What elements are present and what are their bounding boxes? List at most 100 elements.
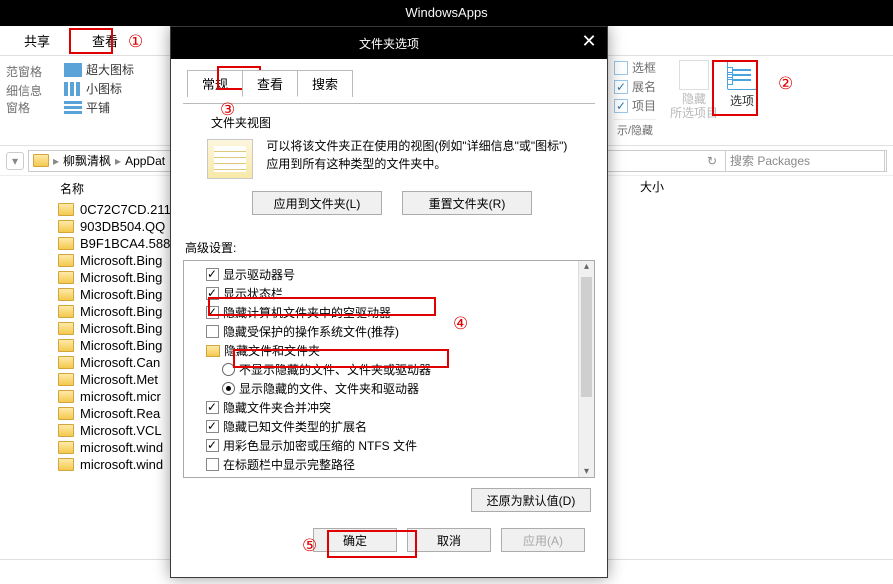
file-row[interactable]: Microsoft.Bing (58, 337, 171, 354)
advanced-item-label: 用彩色显示加密或压缩的 NTFS 文件 (223, 437, 417, 454)
checkbox-icon[interactable] (206, 306, 219, 319)
file-row[interactable]: Microsoft.Bing (58, 252, 171, 269)
ribbon-r2[interactable]: 展名 (632, 78, 656, 95)
dlg-tab-view[interactable]: 查看 (242, 70, 298, 97)
file-row[interactable]: Microsoft.Bing (58, 286, 171, 303)
advanced-item[interactable]: 显示隐藏的文件、文件夹和驱动器 (186, 379, 592, 398)
folder-icon (33, 154, 49, 167)
checkbox-icon[interactable] (206, 420, 219, 433)
search-box[interactable]: 搜索 Packages (725, 150, 885, 172)
advanced-item[interactable]: 隐藏已知文件类型的扩展名 (186, 417, 592, 436)
file-name: Microsoft.VCL (80, 423, 162, 438)
file-row[interactable]: Microsoft.Rea (58, 405, 171, 422)
advanced-item-label: 隐藏已知文件类型的扩展名 (223, 418, 367, 435)
checkbox-icon[interactable] (206, 401, 219, 414)
advanced-item[interactable]: 隐藏计算机文件夹中的空驱动器 (186, 303, 592, 322)
advanced-scrollbar[interactable] (578, 261, 594, 477)
file-name: 903DB504.QQ (80, 219, 165, 234)
file-name: microsoft.micr (80, 389, 161, 404)
advanced-list: 显示驱动器号显示状态栏隐藏计算机文件夹中的空驱动器隐藏受保护的操作系统文件(推荐… (183, 260, 595, 478)
folder-icon (58, 271, 74, 284)
file-row[interactable]: Microsoft.VCL (58, 422, 171, 439)
advanced-item[interactable]: 隐藏受保护的操作系统文件(推荐) (186, 322, 592, 341)
file-name: Microsoft.Met (80, 372, 158, 387)
explorer-titlebar: WindowsApps (0, 0, 893, 26)
file-row[interactable]: Microsoft.Can (58, 354, 171, 371)
file-row[interactable]: B9F1BCA4.588 (58, 235, 171, 252)
file-row[interactable]: microsoft.wind (58, 439, 171, 456)
advanced-item[interactable]: 隐藏文件和文件夹 (186, 341, 592, 360)
path-seg-1[interactable]: 柳飘清枫 (63, 152, 111, 169)
checkbox-icon[interactable] (206, 325, 219, 338)
file-row[interactable]: Microsoft.Bing (58, 269, 171, 286)
apply-to-folders-button[interactable]: 应用到文件夹(L) (252, 191, 382, 215)
checkbox-icon[interactable] (206, 268, 219, 281)
dlg-tab-general[interactable]: 常规 (187, 70, 243, 97)
advanced-item-label: 显示隐藏的文件、文件夹和驱动器 (239, 380, 419, 397)
dialog-tabs: 常规 查看 搜索 (187, 69, 595, 96)
ribbon-small-icons[interactable]: 小图标 (64, 79, 152, 98)
options-label[interactable]: 选项 (730, 92, 754, 109)
col-size[interactable]: 大小 (640, 178, 664, 195)
advanced-item[interactable]: 在标题栏中显示完整路径 (186, 455, 592, 474)
ribbon-details-pane[interactable]: 细信息窗格 (6, 81, 52, 117)
file-name: Microsoft.Bing (80, 338, 162, 353)
advanced-item[interactable]: 用彩色显示加密或压缩的 NTFS 文件 (186, 436, 592, 455)
folder-icon (58, 356, 74, 369)
file-row[interactable]: microsoft.micr (58, 388, 171, 405)
advanced-item-label: 隐藏受保护的操作系统文件(推荐) (223, 323, 399, 340)
checkbox-icon[interactable] (206, 439, 219, 452)
file-row[interactable]: Microsoft.Met (58, 371, 171, 388)
file-name: Microsoft.Bing (80, 270, 162, 285)
advanced-item[interactable]: 不显示隐藏的文件、文件夹或驱动器 (186, 360, 592, 379)
file-row[interactable]: 903DB504.QQ (58, 218, 171, 235)
explorer-title: WindowsApps (405, 5, 487, 20)
file-row[interactable]: 0C72C7CD.211 (58, 201, 171, 218)
advanced-label: 高级设置: (185, 239, 595, 256)
dialog-title: 文件夹选项 (359, 35, 419, 52)
checkbox-icon[interactable] (206, 477, 219, 478)
file-name: B9F1BCA4.588 (80, 236, 170, 251)
folder-icon (58, 441, 74, 454)
folder-icon (58, 288, 74, 301)
ok-button[interactable]: 确定 (313, 528, 397, 552)
advanced-item[interactable]: 隐藏文件夹合并冲突 (186, 398, 592, 417)
file-row[interactable]: microsoft.wind (58, 456, 171, 473)
file-row[interactable]: Microsoft.Bing (58, 303, 171, 320)
nav-down-icon[interactable]: ▾ (6, 152, 24, 170)
tab-view[interactable]: 查看 (82, 27, 128, 54)
path-seg-2[interactable]: AppDat (125, 154, 165, 168)
ribbon-xlarge-icons[interactable]: 超大图标 (64, 60, 152, 79)
file-name: microsoft.wind (80, 440, 163, 455)
ribbon-r3[interactable]: 项目 (632, 97, 656, 114)
file-name: Microsoft.Rea (80, 406, 160, 421)
dlg-tab-search[interactable]: 搜索 (297, 70, 353, 97)
restore-defaults-button[interactable]: 还原为默认值(D) (471, 488, 591, 512)
advanced-item[interactable]: 显示驱动器号 (186, 265, 592, 284)
file-row[interactable]: Microsoft.Bing (58, 320, 171, 337)
advanced-item[interactable]: 显示状态栏 (186, 284, 592, 303)
dialog-close-button[interactable]: ✕ (577, 31, 601, 53)
apply-button[interactable]: 应用(A) (501, 528, 585, 552)
ribbon-r1[interactable]: 选框 (632, 59, 656, 76)
checkbox-icon[interactable] (206, 287, 219, 300)
folder-icon (58, 390, 74, 403)
options-icon[interactable] (727, 60, 757, 90)
checkbox-icon[interactable] (206, 458, 219, 471)
advanced-item-label: 在标题栏中显示完整路径 (223, 456, 355, 473)
ribbon-tile[interactable]: 平铺 (64, 98, 152, 117)
radio-icon[interactable] (222, 382, 235, 395)
advanced-item-label: 在单独的进程中打开文件夹窗口 (223, 475, 391, 478)
folder-views-icon (207, 139, 253, 179)
ribbon-nav-pane[interactable]: 范窗格 (6, 62, 52, 81)
radio-icon[interactable] (222, 363, 235, 376)
cancel-button[interactable]: 取消 (407, 528, 491, 552)
reset-folders-button[interactable]: 重置文件夹(R) (402, 191, 532, 215)
advanced-item[interactable]: 在单独的进程中打开文件夹窗口 (186, 474, 592, 478)
folder-icon (58, 373, 74, 386)
hide-selected-label: 隐藏 所选项目 (670, 92, 718, 121)
folder-icon (58, 237, 74, 250)
advanced-item-label: 显示状态栏 (223, 285, 283, 302)
tab-share[interactable]: 共享 (14, 27, 60, 54)
refresh-icon[interactable]: ↻ (707, 154, 717, 168)
